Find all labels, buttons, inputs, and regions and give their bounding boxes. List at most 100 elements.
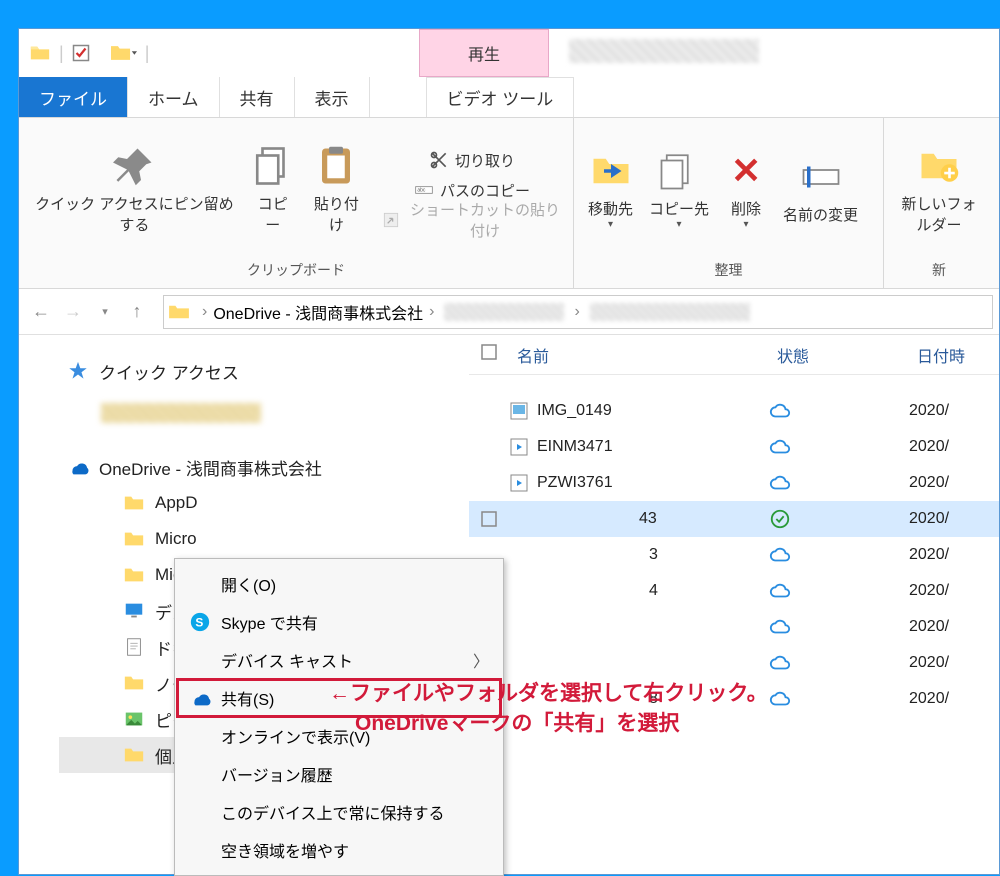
tab-home[interactable]: ホーム [128,77,220,117]
ctx-version-history[interactable]: バージョン履歴 [177,755,501,793]
desktop-icon [123,600,145,622]
checkbox-icon[interactable] [72,44,90,62]
tab-view[interactable]: 表示 [295,77,370,117]
tab-share[interactable]: 共有 [220,77,295,117]
ctx-always-keep[interactable]: このデバイス上で常に保持する [177,793,501,831]
ctx-skype[interactable]: S Skype で共有 [177,603,501,641]
sidebar-item-quickaccess[interactable]: クイック アクセス [59,353,457,389]
shortcut-icon [381,210,401,230]
ribbon-group-label: 新 [890,258,988,284]
explorer-window: | | 再生 ファイル ホーム 共有 表示 ビデオ ツール クイック アクセスに… [18,28,1000,875]
move-icon [590,150,632,192]
title-obscured [569,39,759,63]
copy-button[interactable]: コピー [244,130,302,250]
breadcrumb[interactable]: › OneDrive - 浅間商事株式会社 › › [163,295,993,329]
paste-button[interactable]: 貼り付け [302,130,371,250]
cloud-icon [769,652,791,674]
sidebar-item[interactable]: Micro [59,521,457,557]
folder-dropdown-icon[interactable] [111,42,137,64]
sidebar-item-blurred[interactable] [59,395,457,431]
pin-button[interactable]: クイック アクセスにピン留めする [25,130,244,250]
delete-x-icon: ✕ [725,150,767,192]
ctx-open[interactable]: 開く(O) [177,565,501,603]
cloud-icon [769,400,791,422]
crumb-obscured [444,303,564,321]
ribbon-group-label: クリップボード [25,258,567,284]
folder-icon [29,42,51,64]
synced-icon [769,508,791,530]
crumb-segment[interactable]: OneDrive - 浅間商事株式会社 [213,300,423,324]
contextual-tab-play[interactable]: 再生 [419,29,549,77]
cloud-icon [769,436,791,458]
list-row-selected[interactable]: 43 2020/ [469,501,999,537]
cloud-icon [769,472,791,494]
annotation-text: ←ファイルやフォルダを選択して右クリック。 OneDriveマークの「共有」を選… [329,679,889,740]
sidebar-item-onedrive[interactable]: OneDrive - 浅間商事株式会社 [59,449,457,485]
pin-icon [113,145,155,187]
crumb-obscured [590,303,750,321]
copy-to-icon [658,150,700,192]
list-row[interactable]: 2020/ [469,609,999,645]
ctx-cast[interactable]: デバイス キャスト〉 [177,641,501,679]
rename-button[interactable]: 名前の変更 [775,130,866,250]
folder-icon [123,744,145,766]
chevron-right-icon: 〉 [473,648,489,672]
tab-file[interactable]: ファイル [19,77,128,117]
nav-recent[interactable]: ▾ [89,296,121,328]
nav-back[interactable]: ← [25,296,57,328]
menu-bar: ファイル ホーム 共有 表示 ビデオ ツール [19,77,999,117]
file-list: 名前 状態 日付時 IMG_0149 2020/ EINM3471 2020/ … [469,335,999,874]
folder-icon [123,528,145,550]
onedrive-icon [67,456,89,478]
new-folder-icon [918,145,960,187]
list-row[interactable]: 2020/ [469,645,999,681]
copy-to-button[interactable]: コピー先 ▾ [641,130,717,250]
skype-icon: S [189,611,211,633]
document-icon [123,636,145,658]
folder-icon [123,564,145,586]
list-row[interactable]: IMG_0149 2020/ [469,393,999,429]
folder-icon [123,672,145,694]
cut-button[interactable]: 切り取り [377,145,567,175]
ctx-free-space[interactable]: 空き領域を増やす [177,831,501,869]
ribbon-group-label: 整理 [580,258,877,284]
cloud-icon [769,580,791,602]
path-icon: abc [414,180,434,200]
nav-up[interactable]: ↑ [121,296,153,328]
header-checkbox[interactable] [469,344,509,365]
tab-video-tools[interactable]: ビデオ ツール [426,77,575,117]
list-row[interactable]: EINM3471 2020/ [469,429,999,465]
scissors-icon [429,150,449,170]
svg-text:abc: abc [417,188,426,194]
image-file-icon [509,401,529,421]
cloud-icon [769,616,791,638]
list-header: 名前 状態 日付時 [469,335,999,375]
copy-icon [252,145,294,187]
picture-icon [123,708,145,730]
header-name[interactable]: 名前 [509,343,769,367]
paste-icon [315,145,357,187]
list-row[interactable]: 3 2020/ [469,537,999,573]
content: クイック アクセス OneDrive - 浅間商事株式会社 AppD Micro… [19,335,999,874]
list-row[interactable]: PZWI3761 2020/ [469,465,999,501]
folder-icon [123,492,145,514]
svg-text:S: S [195,616,203,630]
paste-shortcut-button[interactable]: ショートカットの貼り付け [377,205,567,235]
move-to-button[interactable]: 移動先 ▾ [580,130,641,250]
nav-row: ← → ▾ ↑ › OneDrive - 浅間商事株式会社 › › [19,289,999,335]
ribbon: クイック アクセスにピン留めする コピー 貼り付け 切り取り abc [19,117,999,289]
nav-forward[interactable]: → [57,296,89,328]
new-folder-button[interactable]: 新しいフォルダー [890,130,988,250]
folder-icon [168,303,190,321]
rename-icon [800,156,842,198]
header-state[interactable]: 状態 [769,343,909,367]
delete-button[interactable]: ✕ 削除 ▾ [717,130,775,250]
header-date[interactable]: 日付時 [909,343,999,367]
title-bar: | | 再生 [19,29,999,77]
onedrive-icon [189,687,211,709]
star-icon [67,360,89,382]
sidebar-item[interactable]: AppD [59,485,457,521]
list-row[interactable]: 4 2020/ [469,573,999,609]
cloud-icon [769,544,791,566]
video-file-icon [509,437,529,457]
